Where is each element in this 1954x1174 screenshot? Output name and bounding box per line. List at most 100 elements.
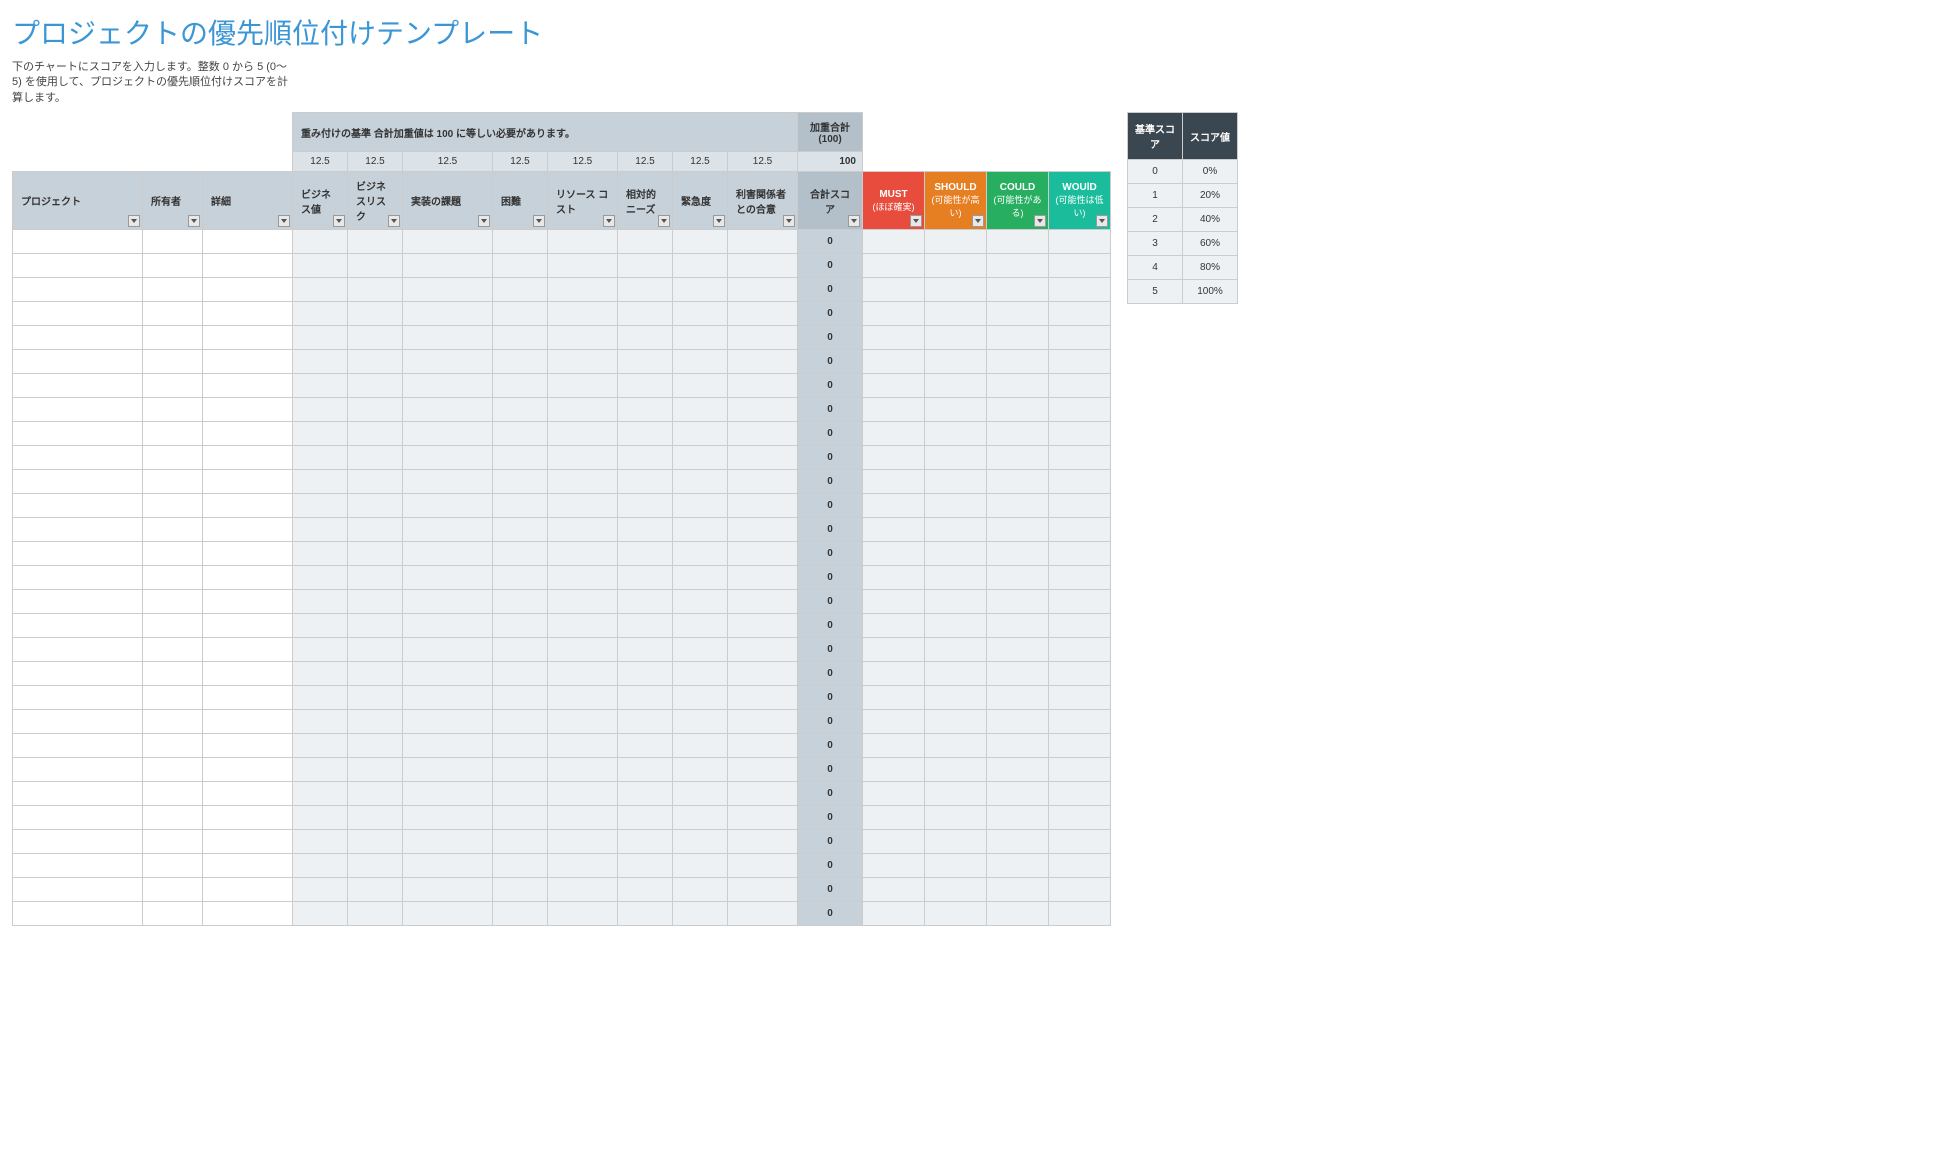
cell-project[interactable] [13,470,143,494]
cell-criterion[interactable] [618,614,673,638]
cell-criterion[interactable] [618,326,673,350]
cell-criterion[interactable] [293,446,348,470]
cell-moscow[interactable] [987,278,1049,302]
filter-dropdown-icon[interactable] [128,215,140,227]
cell-criterion[interactable] [673,518,728,542]
cell-criterion[interactable] [618,878,673,902]
cell-moscow[interactable] [987,758,1049,782]
cell-moscow[interactable] [925,566,987,590]
cell-criterion[interactable] [673,494,728,518]
cell-criterion[interactable] [493,254,548,278]
cell-owner[interactable] [143,254,203,278]
cell-owner[interactable] [143,566,203,590]
cell-moscow[interactable] [863,614,925,638]
cell-project[interactable] [13,566,143,590]
cell-moscow[interactable] [863,254,925,278]
cell-moscow[interactable] [925,398,987,422]
cell-criterion[interactable] [673,398,728,422]
cell-project[interactable] [13,350,143,374]
cell-project[interactable] [13,686,143,710]
cell-criterion[interactable] [493,686,548,710]
cell-owner[interactable] [143,614,203,638]
cell-moscow[interactable] [987,854,1049,878]
cell-moscow[interactable] [987,230,1049,254]
cell-moscow[interactable] [863,638,925,662]
cell-moscow[interactable] [1049,470,1111,494]
cell-criterion[interactable] [728,518,798,542]
cell-criterion[interactable] [293,806,348,830]
cell-criterion[interactable] [293,662,348,686]
cell-criterion[interactable] [293,278,348,302]
cell-moscow[interactable] [987,446,1049,470]
cell-criterion[interactable] [403,710,493,734]
cell-moscow[interactable] [863,494,925,518]
cell-criterion[interactable] [293,734,348,758]
cell-criterion[interactable] [618,734,673,758]
cell-criterion[interactable] [493,374,548,398]
cell-criterion[interactable] [728,878,798,902]
cell-criterion[interactable] [348,230,403,254]
cell-criterion[interactable] [728,422,798,446]
cell-criterion[interactable] [548,758,618,782]
cell-criterion[interactable] [728,374,798,398]
cell-project[interactable] [13,278,143,302]
cell-criterion[interactable] [673,302,728,326]
cell-criterion[interactable] [293,494,348,518]
cell-criterion[interactable] [493,350,548,374]
cell-criterion[interactable] [348,374,403,398]
cell-details[interactable] [203,446,293,470]
cell-moscow[interactable] [863,830,925,854]
cell-criterion[interactable] [348,350,403,374]
cell-owner[interactable] [143,302,203,326]
cell-criterion[interactable] [403,878,493,902]
cell-moscow[interactable] [925,326,987,350]
col-total-score[interactable]: 合計スコア [798,172,863,230]
cell-criterion[interactable] [403,446,493,470]
cell-moscow[interactable] [925,710,987,734]
cell-owner[interactable] [143,470,203,494]
cell-owner[interactable] [143,710,203,734]
cell-criterion[interactable] [493,590,548,614]
cell-criterion[interactable] [548,446,618,470]
cell-moscow[interactable] [987,350,1049,374]
cell-moscow[interactable] [925,230,987,254]
cell-criterion[interactable] [293,326,348,350]
cell-criterion[interactable] [403,374,493,398]
cell-criterion[interactable] [728,758,798,782]
cell-moscow[interactable] [925,374,987,398]
cell-criterion[interactable] [403,494,493,518]
cell-details[interactable] [203,374,293,398]
filter-dropdown-icon[interactable] [658,215,670,227]
cell-criterion[interactable] [493,710,548,734]
cell-project[interactable] [13,878,143,902]
cell-criterion[interactable] [548,302,618,326]
cell-owner[interactable] [143,854,203,878]
col-criterion[interactable]: リソース コスト [548,172,618,230]
cell-criterion[interactable] [293,758,348,782]
cell-owner[interactable] [143,278,203,302]
cell-criterion[interactable] [293,566,348,590]
cell-criterion[interactable] [673,230,728,254]
filter-dropdown-icon[interactable] [188,215,200,227]
weight-value[interactable]: 12.5 [403,152,493,172]
cell-criterion[interactable] [403,278,493,302]
cell-criterion[interactable] [293,422,348,446]
cell-criterion[interactable] [403,230,493,254]
cell-criterion[interactable] [293,374,348,398]
cell-criterion[interactable] [673,374,728,398]
cell-owner[interactable] [143,830,203,854]
cell-criterion[interactable] [728,662,798,686]
cell-criterion[interactable] [348,638,403,662]
cell-criterion[interactable] [293,302,348,326]
cell-criterion[interactable] [293,830,348,854]
cell-criterion[interactable] [548,374,618,398]
cell-criterion[interactable] [548,470,618,494]
cell-criterion[interactable] [673,854,728,878]
cell-criterion[interactable] [348,710,403,734]
cell-project[interactable] [13,902,143,926]
cell-criterion[interactable] [348,398,403,422]
cell-criterion[interactable] [348,518,403,542]
weight-value[interactable]: 12.5 [293,152,348,172]
cell-criterion[interactable] [673,902,728,926]
cell-moscow[interactable] [987,662,1049,686]
